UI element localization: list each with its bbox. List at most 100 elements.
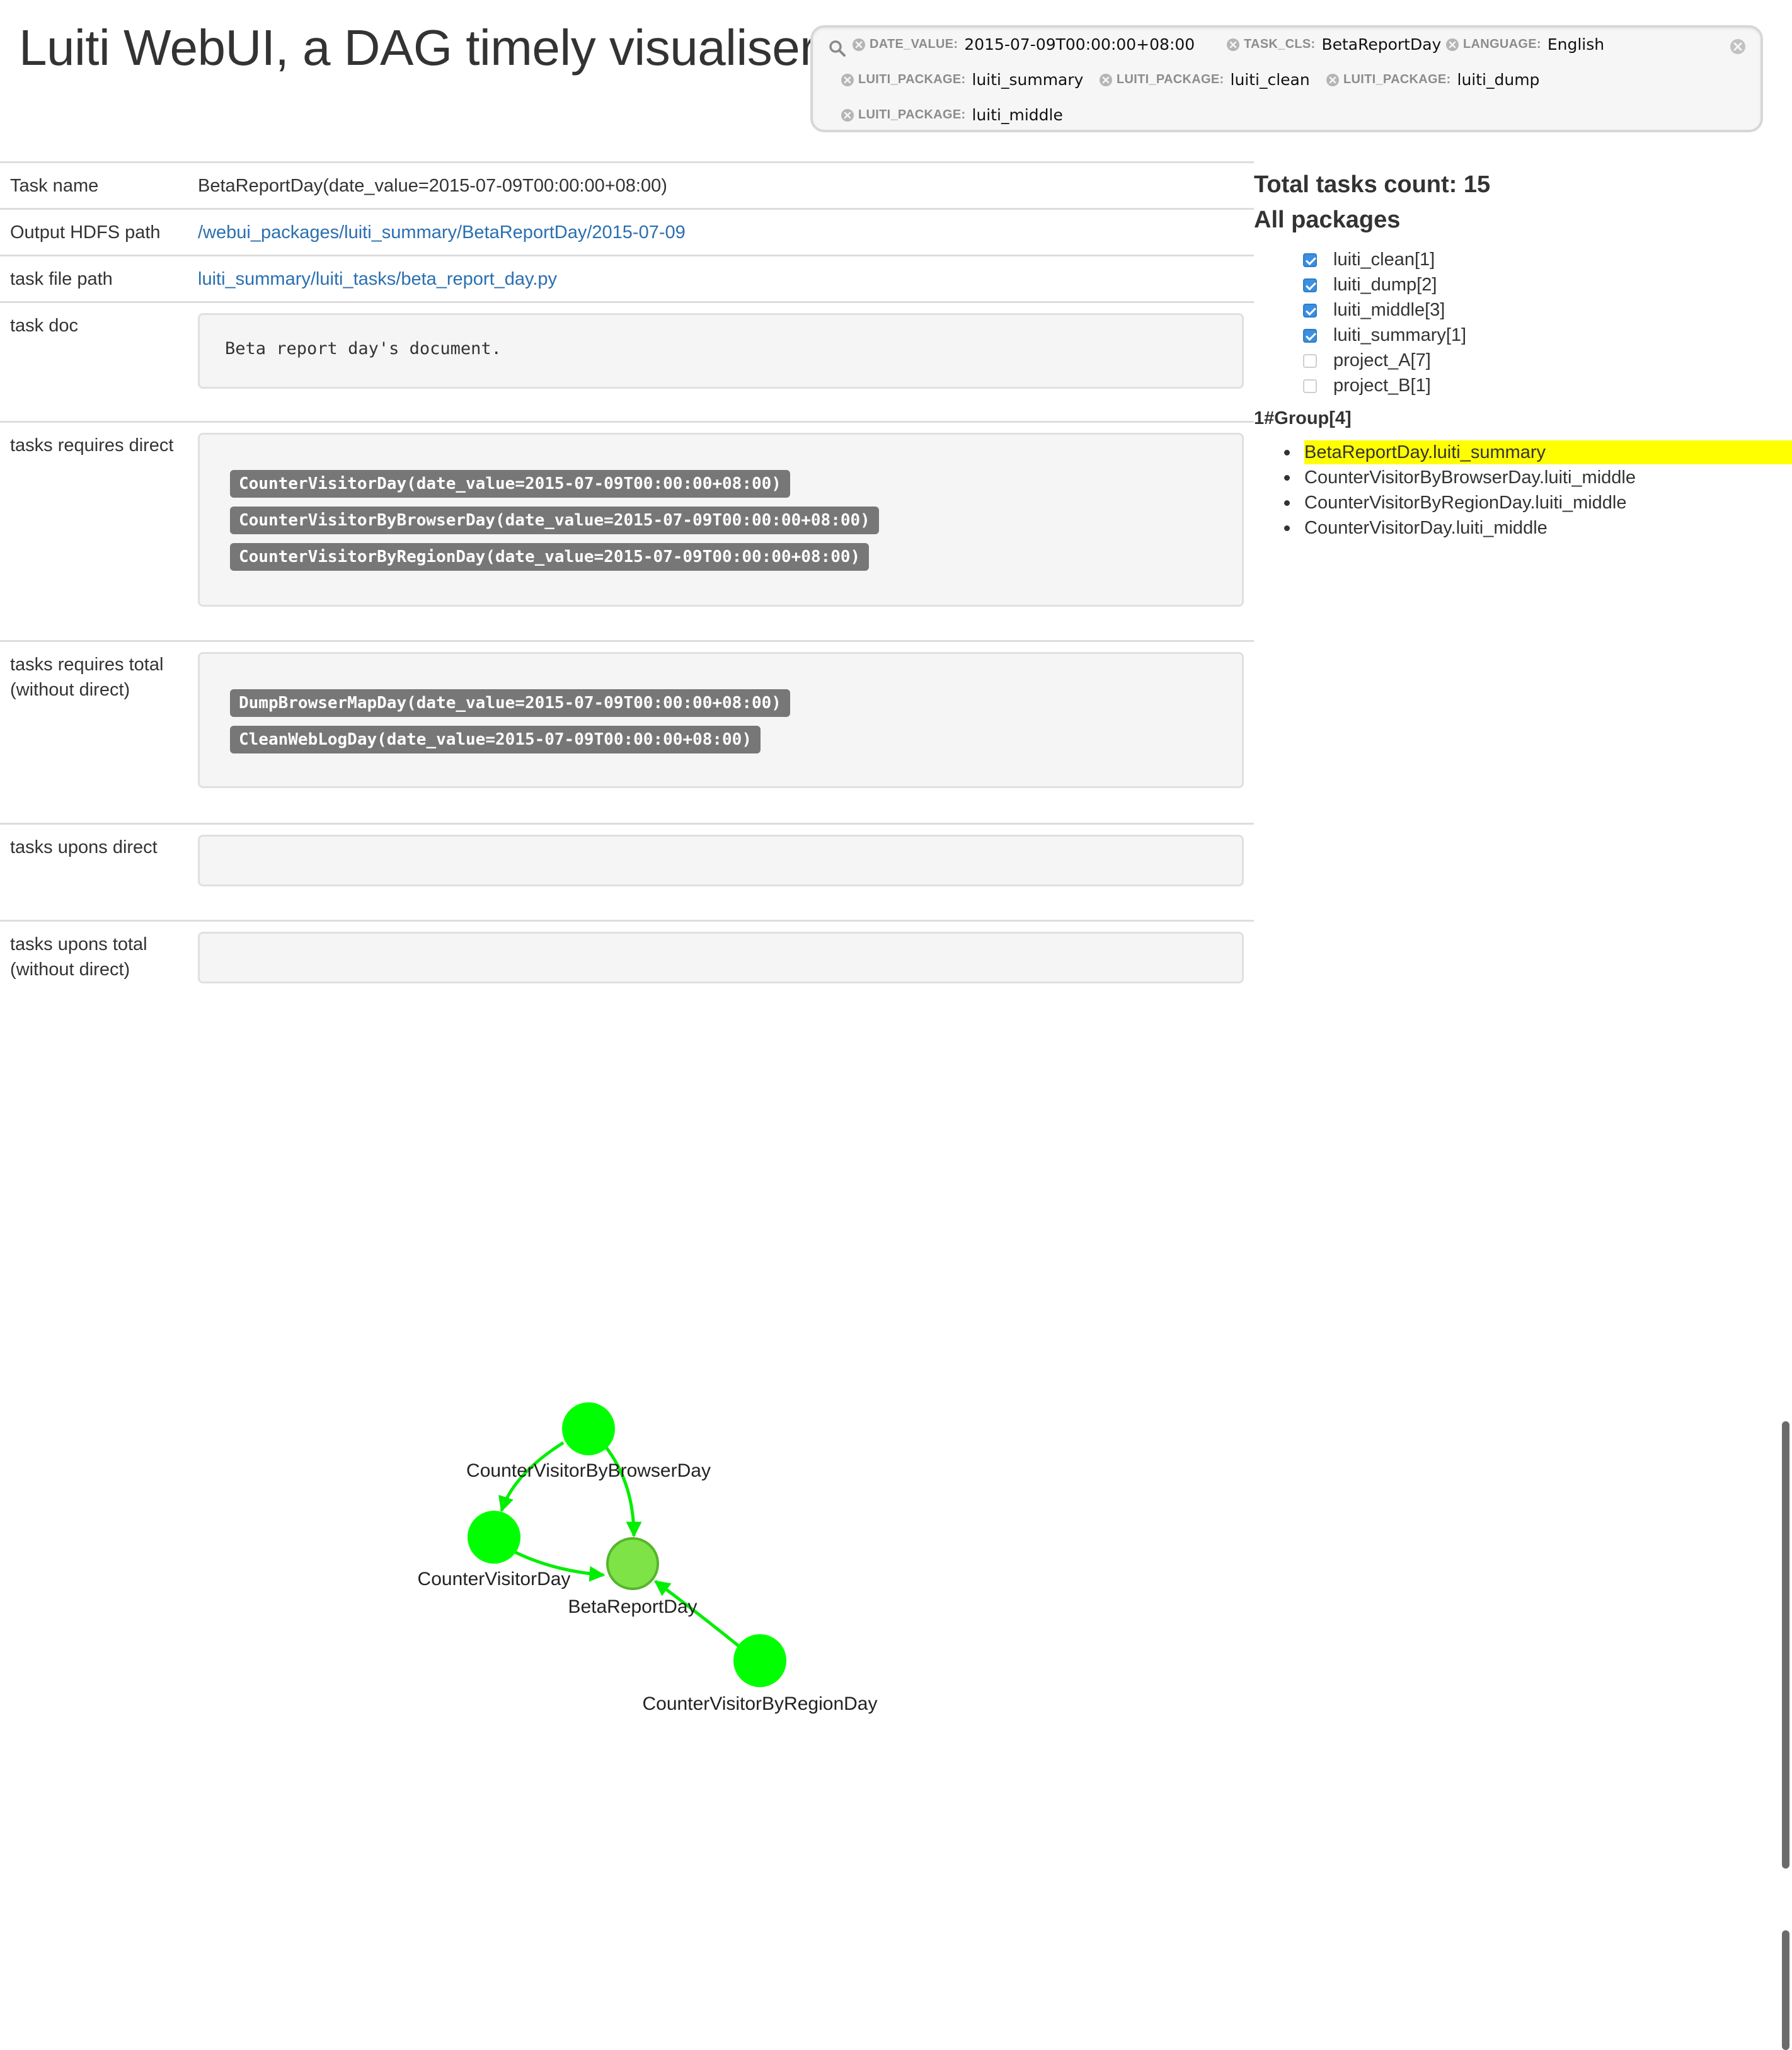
node-label: CounterVisitorDay bbox=[418, 1569, 571, 1589]
label-line: tasks requires total bbox=[10, 655, 164, 675]
package-checkbox[interactable] bbox=[1303, 328, 1317, 343]
list-bullet bbox=[1284, 500, 1290, 506]
node-circle[interactable] bbox=[562, 1402, 615, 1455]
row-upons-direct: tasks upons direct bbox=[0, 823, 1254, 920]
row-task-name: Task name BetaReportDay(date_value=2015-… bbox=[0, 161, 1254, 208]
task-doc-text: Beta report day's document. bbox=[225, 339, 502, 358]
remove-facet-icon[interactable] bbox=[1099, 73, 1113, 87]
row-requires-total: tasks requires total (without direct) Du… bbox=[0, 640, 1254, 823]
group-item-beta-report-day[interactable]: BetaReportDay.luiti_summary bbox=[1254, 440, 1792, 465]
node-label: CounterVisitorByBrowserDay bbox=[466, 1460, 711, 1481]
label-line: (without direct) bbox=[10, 680, 130, 700]
group-item-counter-visitor-day[interactable]: CounterVisitorDay.luiti_middle bbox=[1254, 515, 1792, 541]
upons-direct-box bbox=[198, 835, 1244, 886]
dag-node-counter-visitor-by-browser-day[interactable]: CounterVisitorByBrowserDay bbox=[466, 1402, 711, 1481]
scrollbar-thumb[interactable] bbox=[1782, 1421, 1789, 1869]
dag-node-counter-visitor-day[interactable]: CounterVisitorDay bbox=[418, 1511, 571, 1589]
row-label: tasks requires direct bbox=[10, 435, 174, 455]
group-item-label: CounterVisitorByRegionDay.luiti_middle bbox=[1304, 493, 1627, 513]
facet-luiti-package[interactable]: LUITI_PACKAGE: luiti_summary bbox=[841, 71, 1083, 89]
package-label: luiti_dump[2] bbox=[1333, 275, 1437, 295]
facet-value[interactable]: 2015-07-09T00:00:00+08:00 bbox=[964, 35, 1195, 54]
remove-facet-icon[interactable] bbox=[841, 108, 854, 122]
facet-value[interactable]: luiti_clean bbox=[1231, 71, 1310, 89]
node-circle[interactable] bbox=[468, 1511, 520, 1564]
package-checkbox[interactable] bbox=[1303, 303, 1317, 318]
task-tag[interactable]: CounterVisitorByBrowserDay(date_value=20… bbox=[230, 507, 879, 534]
task-tag[interactable]: CounterVisitorDay(date_value=2015-07-09T… bbox=[230, 470, 790, 498]
row-upons-total: tasks upons total (without direct) bbox=[0, 920, 1254, 995]
facet-luiti-package[interactable]: LUITI_PACKAGE: luiti_middle bbox=[841, 106, 1063, 124]
facet-value[interactable]: English bbox=[1548, 35, 1604, 54]
group-task-list: BetaReportDay.luiti_summary CounterVisit… bbox=[1254, 440, 1792, 541]
facet-key: LUITI_PACKAGE: bbox=[858, 72, 966, 86]
list-bullet bbox=[1284, 475, 1290, 481]
package-item-luiti-middle[interactable]: luiti_middle[3] bbox=[1303, 300, 1445, 321]
facet-date-value[interactable]: DATE_VALUE: 2015-07-09T00:00:00+08:00 bbox=[852, 35, 1195, 54]
package-checkbox[interactable] bbox=[1303, 379, 1317, 393]
dag-node-beta-report-day[interactable]: BetaReportDay bbox=[568, 1537, 698, 1617]
group-item-counter-visitor-by-browser-day[interactable]: CounterVisitorByBrowserDay.luiti_middle bbox=[1254, 465, 1792, 490]
package-item-luiti-dump[interactable]: luiti_dump[2] bbox=[1303, 275, 1437, 295]
package-item-luiti-summary[interactable]: luiti_summary[1] bbox=[1303, 325, 1466, 346]
row-file-path: task file path luiti_summary/luiti_tasks… bbox=[0, 255, 1254, 301]
remove-facet-icon[interactable] bbox=[841, 73, 854, 87]
output-path-value: /webui_packages/luiti_summary/BetaReport… bbox=[198, 220, 686, 245]
row-requires-direct: tasks requires direct CounterVisitorDay(… bbox=[0, 421, 1254, 640]
task-tag[interactable]: CleanWebLogDay(date_value=2015-07-09T00:… bbox=[230, 726, 761, 753]
remove-facet-icon[interactable] bbox=[1445, 38, 1459, 52]
group-item-label: CounterVisitorDay.luiti_middle bbox=[1304, 518, 1548, 538]
facet-key: LUITI_PACKAGE: bbox=[858, 108, 966, 122]
app-title: Luiti WebUI, a DAG timely visualiser. bbox=[19, 20, 827, 76]
facet-value[interactable]: BetaReportDay bbox=[1321, 35, 1441, 54]
remove-facet-icon[interactable] bbox=[1326, 73, 1340, 87]
task-name-value: BetaReportDay(date_value=2015-07-09T00:0… bbox=[198, 176, 667, 196]
requires-total-box: DumpBrowserMapDay(date_value=2015-07-09T… bbox=[198, 652, 1244, 788]
row-label: Task name bbox=[10, 176, 99, 196]
file-path-link[interactable]: luiti_summary/luiti_tasks/beta_report_da… bbox=[198, 269, 557, 289]
package-label: luiti_middle[3] bbox=[1333, 300, 1445, 320]
facet-key: TASK_CLS: bbox=[1244, 37, 1316, 51]
package-label: luiti_clean[1] bbox=[1333, 249, 1435, 270]
remove-facet-icon[interactable] bbox=[852, 38, 866, 52]
task-doc-box: Beta report day's document. bbox=[198, 313, 1244, 389]
group-item-label: CounterVisitorByBrowserDay.luiti_middle bbox=[1304, 467, 1636, 488]
all-packages-title: All packages bbox=[1254, 207, 1401, 233]
package-checkbox[interactable] bbox=[1303, 353, 1317, 368]
package-checkbox[interactable] bbox=[1303, 278, 1317, 292]
facet-luiti-package[interactable]: LUITI_PACKAGE: luiti_dump bbox=[1326, 71, 1539, 89]
row-label: task doc bbox=[10, 316, 78, 336]
package-label: project_A[7] bbox=[1333, 350, 1431, 370]
row-label: task file path bbox=[10, 269, 113, 289]
visual-search-box[interactable]: DATE_VALUE: 2015-07-09T00:00:00+08:00 TA… bbox=[810, 25, 1763, 132]
facet-key: DATE_VALUE: bbox=[870, 37, 958, 51]
package-checkbox[interactable] bbox=[1303, 253, 1317, 267]
row-label: Output HDFS path bbox=[10, 222, 161, 243]
package-item-luiti-clean[interactable]: luiti_clean[1] bbox=[1303, 249, 1435, 270]
clear-all-icon[interactable] bbox=[1729, 38, 1747, 55]
node-circle[interactable] bbox=[606, 1537, 659, 1590]
group-item-counter-visitor-by-region-day[interactable]: CounterVisitorByRegionDay.luiti_middle bbox=[1254, 490, 1792, 515]
row-task-doc: task doc Beta report day's document. bbox=[0, 301, 1254, 421]
scrollbar-thumb[interactable] bbox=[1782, 1930, 1789, 2050]
package-label: luiti_summary[1] bbox=[1333, 325, 1467, 345]
facet-task-cls[interactable]: TASK_CLS: BetaReportDay bbox=[1226, 35, 1441, 54]
package-item-project-a[interactable]: project_A[7] bbox=[1303, 350, 1431, 371]
node-circle[interactable] bbox=[733, 1634, 786, 1687]
task-tag[interactable]: CounterVisitorByRegionDay(date_value=201… bbox=[230, 543, 870, 571]
label-line: tasks upons total bbox=[10, 934, 147, 954]
dag-node-counter-visitor-by-region-day[interactable]: CounterVisitorByRegionDay bbox=[643, 1634, 878, 1714]
package-item-project-b[interactable]: project_B[1] bbox=[1303, 375, 1431, 396]
facet-value[interactable]: luiti_dump bbox=[1457, 71, 1540, 89]
output-path-link[interactable]: /webui_packages/luiti_summary/BetaReport… bbox=[198, 222, 686, 243]
facet-value[interactable]: luiti_middle bbox=[972, 106, 1063, 124]
task-tag[interactable]: DumpBrowserMapDay(date_value=2015-07-09T… bbox=[230, 689, 790, 717]
upons-total-box bbox=[198, 932, 1244, 983]
facet-value[interactable]: luiti_summary bbox=[972, 71, 1084, 89]
facet-language[interactable]: LANGUAGE: English bbox=[1445, 35, 1604, 54]
search-icon bbox=[829, 40, 846, 57]
facet-key: LUITI_PACKAGE: bbox=[1343, 72, 1451, 86]
remove-facet-icon[interactable] bbox=[1226, 38, 1240, 52]
list-bullet bbox=[1284, 525, 1290, 531]
facet-luiti-package[interactable]: LUITI_PACKAGE: luiti_clean bbox=[1099, 71, 1310, 89]
